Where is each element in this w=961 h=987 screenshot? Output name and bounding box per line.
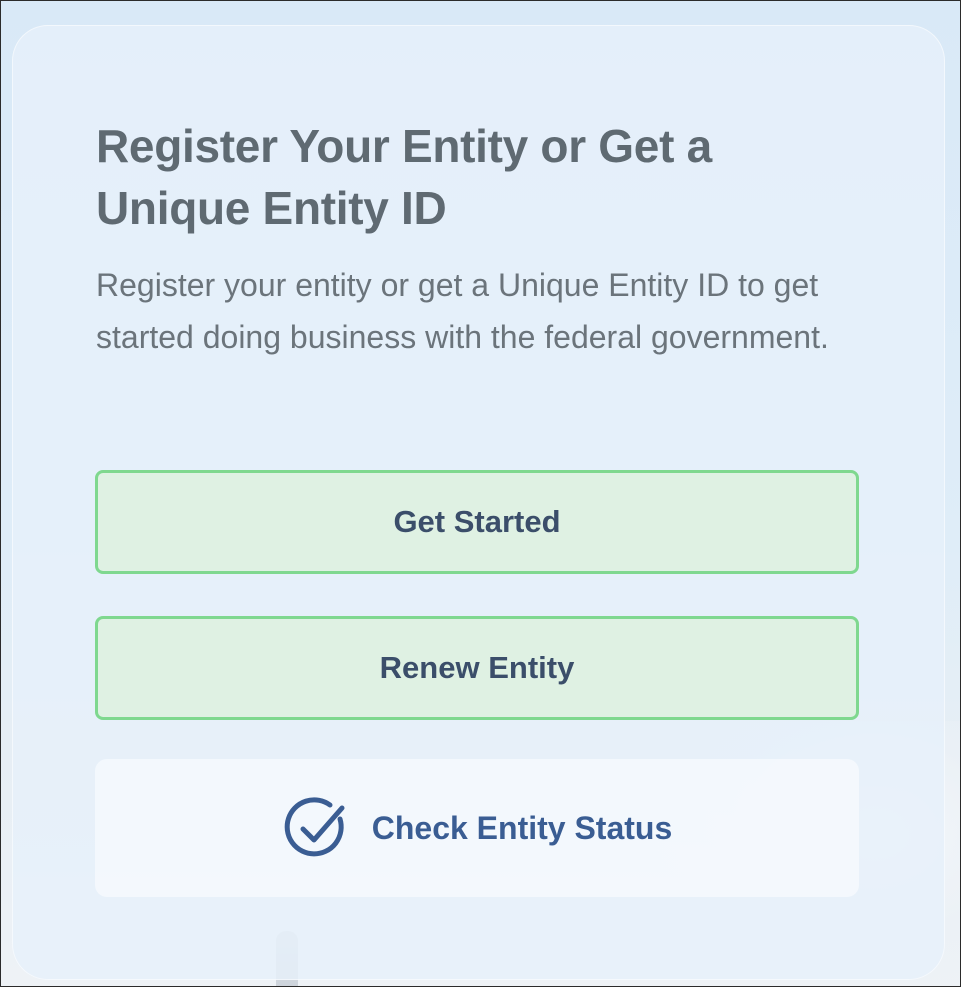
check-circle-icon bbox=[282, 793, 352, 863]
check-entity-status-button[interactable]: Check Entity Status bbox=[95, 759, 859, 897]
card-title: Register Your Entity or Get a Unique Ent… bbox=[96, 120, 712, 234]
check-entity-status-label: Check Entity Status bbox=[371, 809, 673, 846]
renew-entity-button[interactable]: Renew Entity bbox=[95, 616, 859, 720]
renew-entity-label: Renew Entity bbox=[379, 650, 575, 685]
get-started-button[interactable]: Get Started bbox=[95, 470, 859, 574]
entity-registration-card: Register Your Entity or Get a Unique Ent… bbox=[12, 25, 945, 980]
screen-frame: Register Your Entity or Get a Unique Ent… bbox=[0, 0, 961, 987]
card-description: Register your entity or get a Unique Ent… bbox=[96, 267, 829, 355]
get-started-label: Get Started bbox=[393, 504, 561, 539]
